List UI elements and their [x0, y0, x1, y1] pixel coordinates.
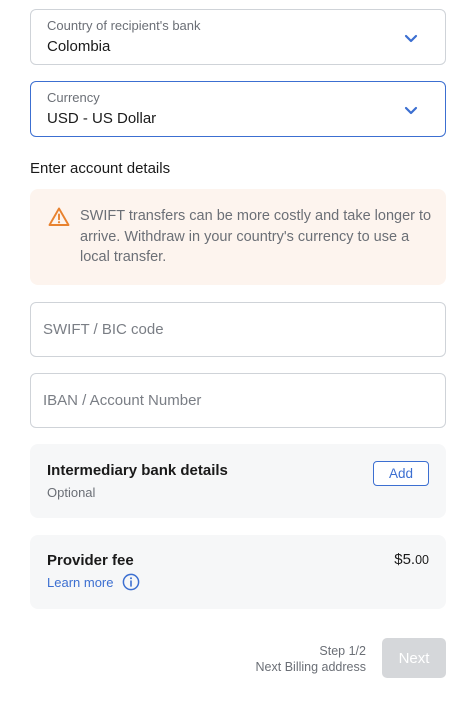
next-step-label: Next Billing address — [255, 660, 366, 674]
intermediary-title: Intermediary bank details — [47, 462, 228, 479]
chevron-down-icon[interactable] — [403, 30, 419, 46]
swift-code-field[interactable] — [30, 302, 446, 357]
provider-fee-title: Provider fee — [47, 552, 134, 569]
fee-amount-main: $5. — [394, 551, 416, 568]
swift-code-input[interactable] — [31, 303, 445, 356]
country-select[interactable]: Country of recipient's bank Colombia — [30, 9, 446, 65]
learn-more-link[interactable]: Learn more — [47, 575, 113, 590]
chevron-down-icon[interactable] — [403, 102, 419, 118]
intermediary-subtitle: Optional — [47, 485, 96, 500]
country-select-value: Colombia — [47, 38, 111, 55]
warning-triangle-icon — [48, 206, 70, 228]
step-count: Step 1/2 — [319, 644, 366, 658]
account-details-title: Enter account details — [30, 160, 171, 177]
withdraw-form-page: Country of recipient's bank Colombia Cur… — [0, 0, 472, 709]
currency-select-value: USD - US Dollar — [47, 110, 157, 127]
provider-fee-amount: $5.00 — [394, 551, 429, 568]
currency-select[interactable]: Currency USD - US Dollar — [30, 81, 446, 137]
fee-amount-cents: 00 — [415, 553, 429, 567]
add-intermediary-button[interactable]: Add — [373, 461, 429, 486]
step-indicator: Step 1/2 Next Billing address — [256, 643, 366, 675]
country-select-label: Country of recipient's bank — [47, 18, 201, 33]
warning-text: SWIFT transfers can be more costly and t… — [80, 208, 432, 265]
swift-warning-banner: SWIFT transfers can be more costly and t… — [30, 189, 446, 285]
iban-field[interactable] — [30, 373, 446, 428]
iban-input[interactable] — [31, 374, 445, 427]
info-circle-icon[interactable] — [122, 573, 140, 591]
provider-fee-card: Provider fee $5.00 Learn more — [30, 535, 446, 609]
currency-select-label: Currency — [47, 90, 100, 105]
next-button[interactable]: Next — [382, 638, 446, 678]
intermediary-bank-card: Intermediary bank details Optional Add — [30, 444, 446, 518]
